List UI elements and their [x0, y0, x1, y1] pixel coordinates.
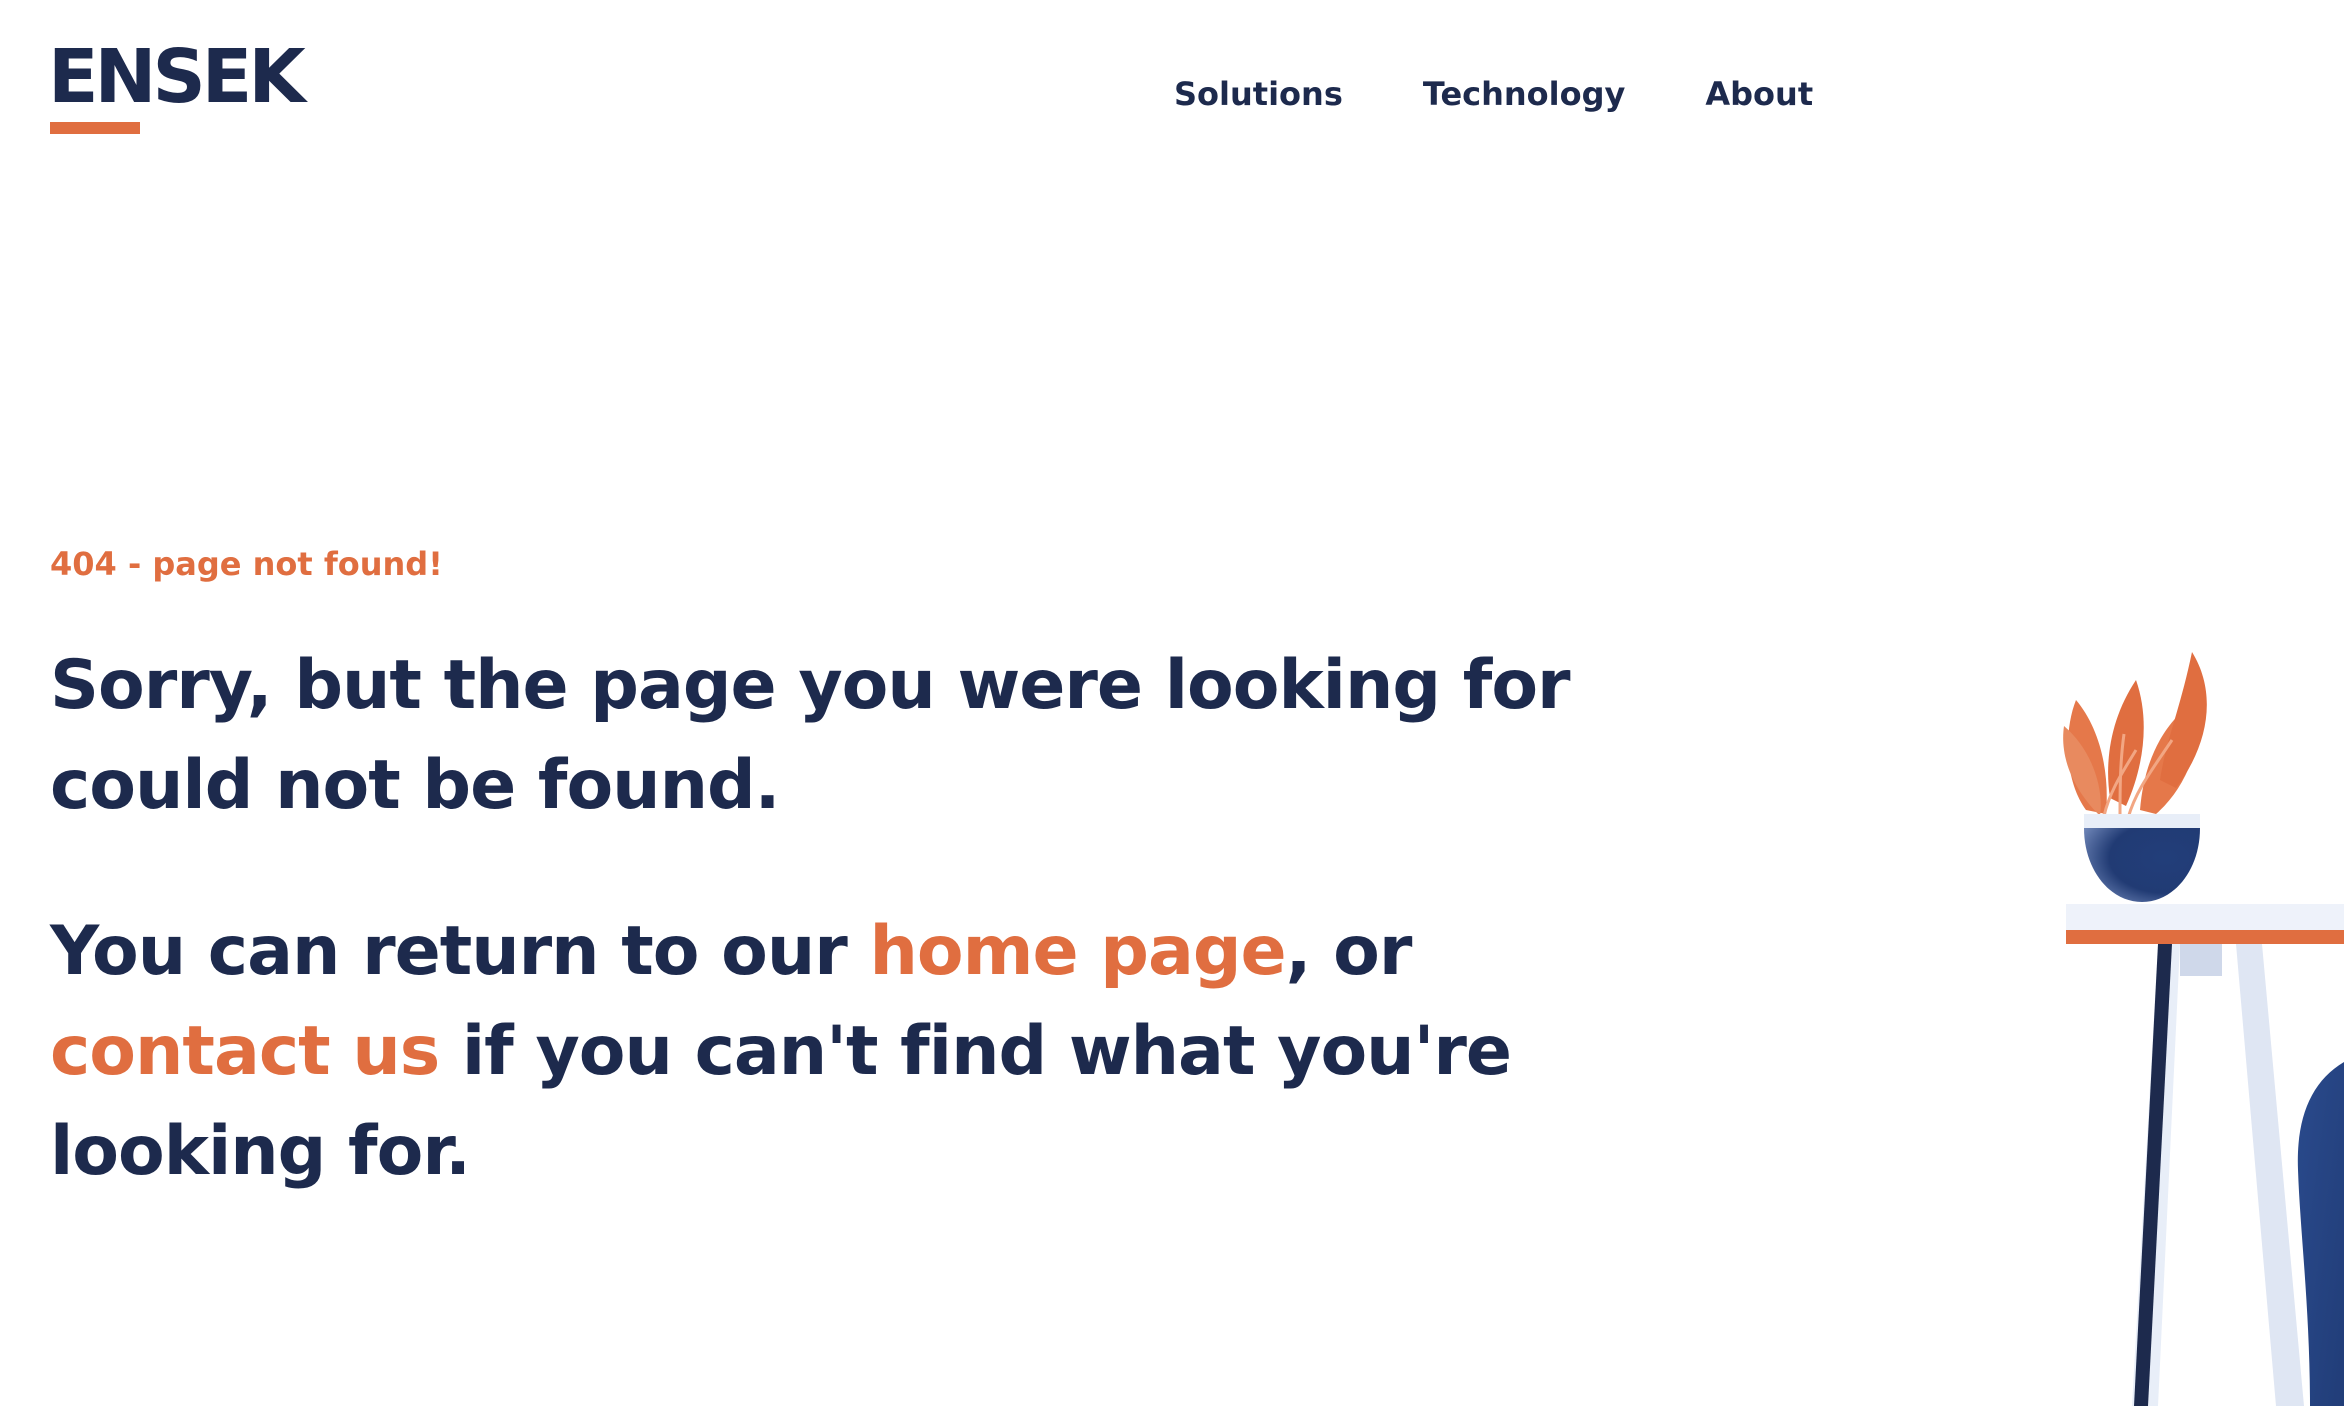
main-nav: Solutions Technology About [1174, 70, 1813, 118]
nav-item-solutions[interactable]: Solutions [1174, 70, 1343, 118]
page: ENSEK Solutions Technology About 404 - p… [0, 0, 2344, 1406]
nav-item-technology[interactable]: Technology [1423, 70, 1626, 118]
nav-item-about[interactable]: About [1705, 70, 1813, 118]
page-title: Sorry, but the page you were looking for… [50, 646, 1571, 825]
ensek-logo[interactable]: ENSEK [48, 40, 306, 136]
help-text: You can return to our home page, or cont… [50, 902, 1610, 1202]
home-page-link[interactable]: home page [870, 912, 1287, 991]
pot-icon [2084, 814, 2200, 902]
chair-icon [2297, 1062, 2344, 1406]
contact-us-link[interactable]: contact us [50, 1012, 440, 1091]
logo-text: ENSEK [48, 34, 306, 120]
illustration [2063, 652, 2344, 1406]
plant-icon [2063, 652, 2207, 819]
logo-underline [50, 122, 140, 134]
help-text-part-1: You can return to our [50, 912, 870, 991]
help-text-part-2: , or [1285, 912, 1413, 991]
error-code-label: 404 - page not found! [50, 545, 443, 583]
